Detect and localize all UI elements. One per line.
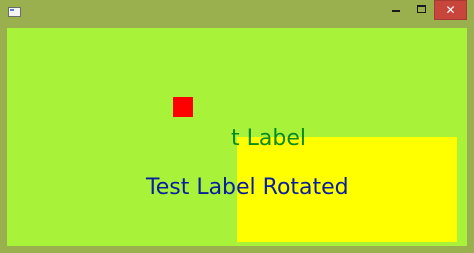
red-square: [173, 97, 193, 117]
minimize-button[interactable]: [383, 0, 409, 20]
title-bar[interactable]: ✕: [0, 0, 474, 25]
app-window-icon[interactable]: [8, 7, 21, 17]
close-icon: ✕: [445, 3, 456, 17]
client-area: t Label Test Label Rotated: [7, 28, 467, 246]
rotated-label: Test Label Rotated: [146, 175, 349, 200]
clipped-label: t Label: [231, 126, 306, 151]
close-button[interactable]: ✕: [434, 0, 467, 20]
maximize-button[interactable]: [409, 0, 434, 20]
app-window: ✕ t Label Test Label Rotated: [0, 0, 474, 253]
